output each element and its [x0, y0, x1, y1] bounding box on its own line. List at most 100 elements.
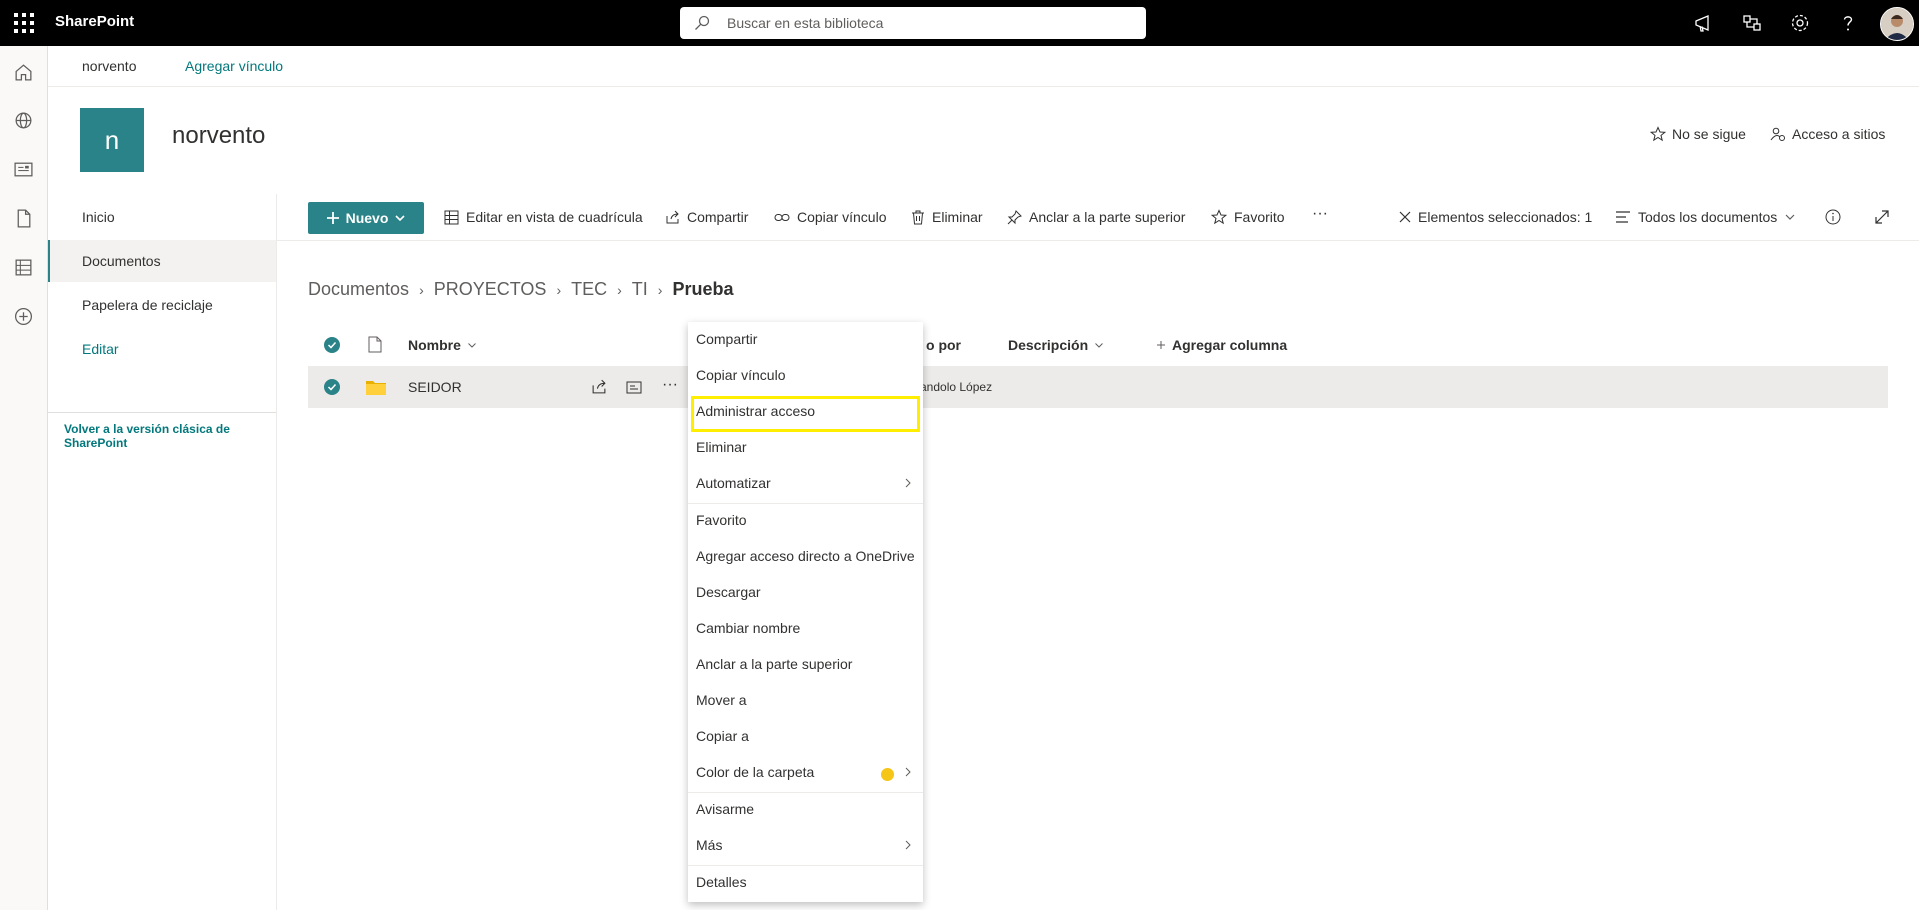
breadcrumb-item[interactable]: TEC: [571, 279, 607, 300]
command-bar: Nuevo Editar en vista de cuadrícula Comp…: [277, 194, 1919, 241]
search-box[interactable]: Buscar en esta biblioteca: [680, 7, 1146, 39]
view-switcher[interactable]: Todos los documentos: [1615, 209, 1796, 225]
column-name-label: Nombre: [408, 337, 461, 353]
expand-icon[interactable]: [1874, 209, 1890, 225]
chevron-right-icon: [905, 767, 911, 777]
delete-button[interactable]: Eliminar: [911, 209, 983, 225]
menu-item-label: Detalles: [696, 874, 747, 890]
new-button[interactable]: Nuevo: [308, 202, 424, 234]
share-button[interactable]: Compartir: [665, 209, 748, 225]
copy-link-button[interactable]: Copiar vínculo: [774, 209, 887, 225]
home-icon[interactable]: [13, 62, 34, 83]
clear-selection-button[interactable]: Elementos seleccionados: 1: [1399, 209, 1592, 225]
menu-item-label: Color de la carpeta: [696, 764, 815, 780]
search-input[interactable]: Buscar en esta biblioteca: [727, 15, 883, 31]
menu-item-copy-link[interactable]: Copiar vínculo: [688, 358, 923, 394]
row-checkbox[interactable]: [324, 379, 340, 395]
menu-item-more[interactable]: Más: [688, 828, 923, 864]
brand-name[interactable]: SharePoint: [55, 13, 134, 30]
gear-icon[interactable]: [1788, 11, 1812, 35]
breadcrumb-item[interactable]: Documentos: [308, 279, 409, 300]
pin-button[interactable]: Anclar a la parte superior: [1007, 209, 1185, 225]
breadcrumb-item[interactable]: PROYECTOS: [434, 279, 547, 300]
menu-item-label: Descargar: [696, 584, 761, 600]
share-label: Compartir: [687, 209, 749, 225]
help-icon[interactable]: [1836, 11, 1860, 35]
document-icon[interactable]: [13, 208, 34, 229]
menu-item-download[interactable]: Descargar: [688, 575, 923, 611]
news-icon[interactable]: [13, 159, 34, 180]
breadcrumb-item[interactable]: TI: [632, 279, 648, 300]
chevron-down-icon: [1785, 214, 1795, 220]
breadcrumb-current: Prueba: [672, 279, 734, 299]
more-commands-button[interactable]: ···: [1312, 205, 1328, 223]
column-header-description[interactable]: Descripción: [1008, 337, 1104, 353]
nav-item-papelera[interactable]: Papelera de reciclaje: [48, 284, 276, 326]
column-description-label: Descripción: [1008, 337, 1089, 353]
lists-icon[interactable]: [13, 257, 34, 278]
share-icon[interactable]: [591, 379, 607, 395]
file-type-icon[interactable]: [368, 336, 382, 353]
plus-icon: [326, 212, 339, 224]
menu-item-share[interactable]: Compartir: [688, 322, 923, 358]
menu-item-copy[interactable]: Copiar a: [688, 719, 923, 755]
star-icon: [1650, 126, 1666, 142]
menu-item-rename[interactable]: Cambiar nombre: [688, 611, 923, 647]
checkmark-icon: [327, 383, 337, 391]
grid-view-button[interactable]: Editar en vista de cuadrícula: [444, 209, 643, 225]
nav-item-documentos[interactable]: Documentos: [48, 240, 276, 282]
nav-item-label: Inicio: [82, 209, 115, 225]
share-flow-icon[interactable]: [1740, 11, 1764, 35]
add-circle-icon[interactable]: [13, 306, 34, 327]
megaphone-icon[interactable]: [1692, 11, 1716, 35]
site-nav-link[interactable]: norvento: [82, 58, 136, 74]
nav-item-inicio[interactable]: Inicio: [48, 196, 276, 238]
menu-item-onedrive-shortcut[interactable]: Agregar acceso directo a OneDrive: [688, 539, 923, 575]
classic-view-link[interactable]: Volver a la versión clásica de SharePoin…: [64, 422, 244, 450]
site-title[interactable]: norvento: [172, 122, 265, 150]
favorite-button[interactable]: Favorito: [1211, 209, 1285, 225]
folder-color-swatch: [881, 768, 894, 781]
activity-icon[interactable]: [626, 379, 644, 395]
modified-by-cell: andolo López: [920, 380, 993, 394]
menu-item-move[interactable]: Mover a: [688, 683, 923, 719]
menu-item-favorite[interactable]: Favorito: [688, 503, 923, 539]
follow-button[interactable]: No se sigue: [1650, 126, 1746, 142]
menu-item-alert[interactable]: Avisarme: [688, 792, 923, 828]
favorite-label: Favorito: [1234, 209, 1285, 225]
menu-item-automate[interactable]: Automatizar: [688, 466, 923, 502]
selected-count: Elementos seleccionados: 1: [1418, 209, 1593, 225]
info-icon[interactable]: [1825, 209, 1841, 225]
chevron-right-icon: [905, 840, 911, 850]
add-column-button[interactable]: Agregar columna: [1156, 337, 1287, 353]
menu-item-details[interactable]: Detalles: [688, 865, 923, 901]
add-link-button[interactable]: Agregar vínculo: [185, 58, 283, 74]
plus-icon: [1157, 341, 1165, 349]
nav-edit-link[interactable]: Editar: [48, 328, 276, 370]
row-more-button[interactable]: ···: [662, 376, 678, 394]
menu-item-label: Avisarme: [696, 801, 755, 817]
site-logo[interactable]: n: [80, 108, 144, 172]
menu-item-label: Automatizar: [696, 475, 771, 491]
chevron-right-icon: ›: [617, 281, 622, 298]
app-rail: [0, 46, 48, 910]
column-header-modified-by[interactable]: o por: [926, 337, 961, 353]
column-modified-by-label: o por: [926, 337, 961, 353]
globe-icon[interactable]: [13, 110, 34, 131]
chevron-right-icon: [905, 478, 911, 488]
app-launcher-icon[interactable]: [12, 11, 36, 35]
table-row[interactable]: SEIDOR ··· andolo López: [308, 366, 1888, 408]
file-name-link[interactable]: SEIDOR: [408, 379, 462, 395]
chevron-right-icon: ›: [419, 281, 424, 298]
search-icon: [695, 15, 710, 30]
menu-item-folder-color[interactable]: Color de la carpeta: [688, 755, 923, 791]
menu-item-delete[interactable]: Eliminar: [688, 430, 923, 466]
site-access-button[interactable]: Acceso a sitios: [1770, 126, 1885, 142]
highlight-box: [691, 396, 920, 432]
avatar[interactable]: [1880, 7, 1914, 41]
select-all-checkbox[interactable]: [324, 337, 340, 353]
add-column-label: Agregar columna: [1172, 337, 1288, 353]
menu-item-pin[interactable]: Anclar a la parte superior: [688, 647, 923, 683]
new-label: Nuevo: [345, 210, 389, 226]
column-header-name[interactable]: Nombre: [408, 337, 477, 353]
